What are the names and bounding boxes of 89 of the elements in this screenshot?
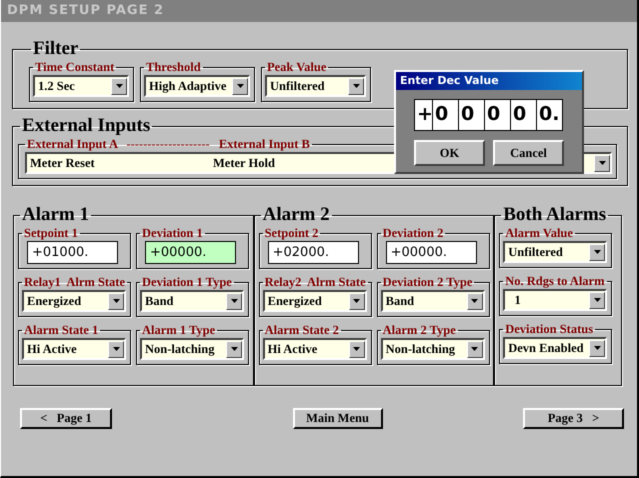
separator-text: --------------------: [126, 137, 210, 151]
main-menu-button[interactable]: Main Menu: [292, 408, 382, 429]
caret-icon: [471, 347, 478, 351]
digit-field[interactable]: 0: [433, 99, 459, 131]
field-label: Time Constant: [34, 60, 116, 75]
dropdown[interactable]: Non-latching: [380, 338, 485, 360]
caret-icon: [598, 161, 606, 165]
caret-icon: [112, 299, 120, 303]
dialog-button[interactable]: Cancel: [493, 140, 564, 166]
field-label: Deviation 2 Type: [382, 275, 474, 290]
dropdown-arrow-button[interactable]: [348, 78, 364, 94]
dialog-button[interactable]: OK: [414, 140, 485, 166]
dropdown-arrow-button[interactable]: [594, 154, 610, 172]
window-title: DPM SETUP PAGE 2: [1, 0, 637, 22]
dropdown[interactable]: 1: [503, 289, 608, 311]
caret-icon: [353, 347, 360, 351]
field-label: Deviation 1: [141, 226, 204, 241]
caret-icon: [230, 299, 238, 303]
field-label: Alarm 2 Type: [382, 323, 457, 338]
dialog-title: Enter Dec Value: [396, 72, 582, 90]
caret-icon: [594, 250, 601, 254]
group-title: Filter: [32, 38, 80, 60]
input-field[interactable]: +00000.: [386, 241, 477, 264]
dropdown-arrow-button[interactable]: [589, 340, 606, 356]
dropdown-arrow-button[interactable]: [232, 78, 248, 94]
caret-icon: [230, 347, 238, 351]
dropdown[interactable]: Hi Active: [22, 338, 126, 360]
next-page-button[interactable]: Page 3 >: [523, 408, 624, 429]
field-label: Deviation 2: [382, 226, 444, 241]
field-label: Alarm State 2: [264, 323, 340, 338]
dropdown[interactable]: Band: [140, 290, 244, 312]
dropdown-arrow-button[interactable]: [348, 340, 365, 358]
caret-icon: [116, 84, 122, 88]
dropdown[interactable]: Devn Enabled: [503, 337, 608, 359]
field-label: No. Rdgs to Alarm: [504, 274, 606, 289]
caret-icon: [471, 299, 478, 303]
dropdown-arrow-button[interactable]: [466, 292, 483, 310]
field-label: Alarm 1 Type: [141, 323, 216, 338]
previous-page-button[interactable]: < Page 1: [20, 408, 112, 429]
field-label: Threshold: [145, 60, 202, 75]
field-label: Alarm State 1: [23, 323, 100, 338]
dropdown-arrow-button[interactable]: [348, 292, 365, 310]
dropdown-arrow-button[interactable]: [589, 244, 606, 260]
digit-field[interactable]: +: [414, 99, 433, 131]
field-label: Relay1 Alrm State: [23, 275, 126, 290]
group-title: Both Alarms: [502, 204, 608, 226]
input-field[interactable]: +02000.: [268, 241, 359, 264]
caret-icon: [236, 84, 244, 88]
digit-field[interactable]: 0: [511, 99, 537, 131]
digit-field[interactable]: 0: [459, 99, 485, 131]
field-label: Relay2 Alrm State: [264, 275, 367, 290]
input-b-value: Meter Hold: [213, 156, 276, 170]
dropdown[interactable]: Energized: [262, 290, 367, 312]
field-label: Peak Value: [266, 60, 328, 75]
group-title: External Inputs: [21, 115, 152, 137]
group-title: Alarm 1: [21, 204, 90, 226]
dropdown[interactable]: Hi Active: [262, 338, 367, 360]
input-a-value: Meter Reset: [30, 156, 96, 170]
dropdown[interactable]: 1.2 Sec: [33, 75, 129, 97]
input-a-label: External Input A: [27, 137, 118, 151]
caret-icon: [352, 84, 360, 88]
digit-field[interactable]: 0.: [537, 99, 563, 131]
dropdown-arrow-button[interactable]: [466, 340, 483, 358]
dropdown-arrow-button[interactable]: [226, 292, 242, 310]
field-label: Setpoint 1: [23, 226, 79, 241]
input-field[interactable]: +00000.: [145, 241, 236, 264]
dropdown[interactable]: Non-latching: [140, 338, 244, 360]
field-label: Deviation 1 Type: [141, 275, 233, 290]
field-label: Deviation Status: [504, 322, 594, 337]
caret-icon: [594, 346, 601, 350]
dropdown-arrow-button[interactable]: [111, 78, 127, 94]
dropdown[interactable]: Unfiltered: [503, 241, 608, 263]
dropdown[interactable]: Energized: [22, 290, 126, 312]
dropdown-arrow-button[interactable]: [589, 292, 606, 308]
field-label: Setpoint 2: [264, 226, 320, 241]
dropdown[interactable]: Unfiltered: [265, 75, 366, 97]
caret-icon: [353, 299, 360, 303]
input-b-label: External Input B: [218, 137, 310, 151]
caret-icon: [594, 298, 601, 302]
digit-field[interactable]: 0: [485, 99, 511, 131]
dropdown[interactable]: High Adaptive: [144, 75, 250, 97]
input-field[interactable]: +01000.: [27, 241, 118, 264]
caret-icon: [112, 347, 120, 351]
field-label: Alarm Value: [504, 226, 574, 241]
dropdown-arrow-button[interactable]: [108, 340, 124, 358]
group-title: Alarm 2: [262, 204, 331, 226]
dropdown[interactable]: Band: [380, 290, 485, 312]
dropdown-arrow-button[interactable]: [108, 292, 124, 310]
dropdown-arrow-button[interactable]: [226, 340, 242, 358]
